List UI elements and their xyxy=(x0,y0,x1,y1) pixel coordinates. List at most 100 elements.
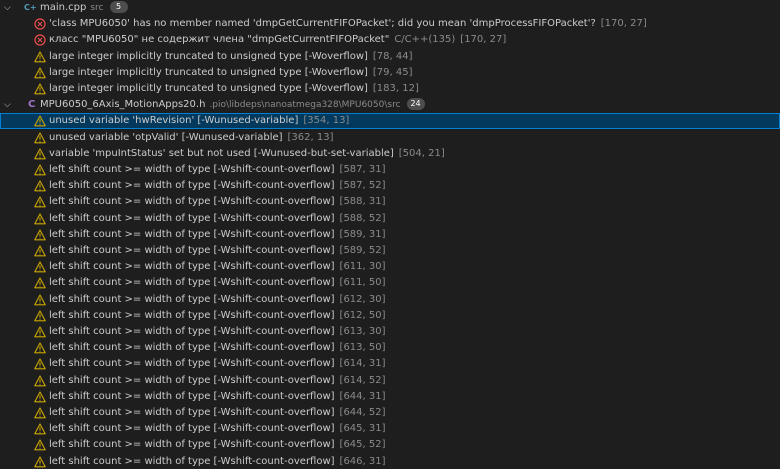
c-header-file-icon: C xyxy=(28,99,36,111)
problem-row[interactable]: left shift count >= width of type [-Wshi… xyxy=(0,389,780,405)
problem-row[interactable]: left shift count >= width of type [-Wshi… xyxy=(0,405,780,421)
problem-row[interactable]: left shift count >= width of type [-Wshi… xyxy=(0,162,780,178)
problem-location: [170, 27] xyxy=(600,18,647,30)
problem-location: [645, 52] xyxy=(339,439,386,451)
problem-message: left shift count >= width of type [-Wshi… xyxy=(49,455,335,467)
problem-location: [362, 13] xyxy=(287,131,334,143)
warning-icon xyxy=(34,245,46,257)
problem-message: left shift count >= width of type [-Wshi… xyxy=(49,261,335,273)
problem-message: left shift count >= width of type [-Wshi… xyxy=(49,390,335,402)
problem-location: [645, 31] xyxy=(339,423,386,435)
problem-location: [644, 52] xyxy=(339,407,386,418)
problem-row[interactable]: left shift count >= width of type [-Wshi… xyxy=(0,292,780,308)
problem-message: left shift count >= width of type [-Wshi… xyxy=(49,439,335,451)
problem-row[interactable]: left shift count >= width of type [-Wshi… xyxy=(0,178,780,194)
file-row[interactable]: ⌵ C+ main.cpp src 5 xyxy=(0,0,780,16)
warning-icon xyxy=(34,148,46,160)
problem-message: large integer implicitly truncated to un… xyxy=(49,83,368,94)
problem-row[interactable]: класс "MPU6050" не содержит члена "dmpGe… xyxy=(0,32,780,48)
problem-location: [613, 50] xyxy=(339,342,386,354)
chevron-down-icon[interactable]: ⌵ xyxy=(4,97,16,113)
problem-row[interactable]: unused variable 'otpValid' [-Wunused-var… xyxy=(0,130,780,146)
problem-row[interactable]: left shift count >= width of type [-Wshi… xyxy=(0,373,780,389)
problem-row[interactable]: left shift count >= width of type [-Wshi… xyxy=(0,243,780,259)
problem-row[interactable]: 'class MPU6050' has no member named 'dmp… xyxy=(0,16,780,32)
problem-location: [614, 31] xyxy=(339,358,386,370)
warning-icon xyxy=(34,342,46,354)
problem-text: left shift count >= width of type [-Wshi… xyxy=(49,454,386,469)
problem-location: [79, 45] xyxy=(372,66,413,78)
problem-row[interactable]: large integer implicitly truncated to un… xyxy=(0,81,780,97)
problem-message: left shift count >= width of type [-Wshi… xyxy=(49,180,335,192)
problem-location: [587, 31] xyxy=(339,164,386,175)
problem-text: класс "MPU6050" не содержит члена "dmpGe… xyxy=(49,32,506,48)
problem-row[interactable]: left shift count >= width of type [-Wshi… xyxy=(0,308,780,324)
problem-message: left shift count >= width of type [-Wshi… xyxy=(49,277,335,289)
problem-row[interactable]: left shift count >= width of type [-Wshi… xyxy=(0,437,780,453)
problem-text: left shift count >= width of type [-Wshi… xyxy=(49,243,386,259)
problem-text: left shift count >= width of type [-Wshi… xyxy=(49,227,386,243)
problem-location: [613, 30] xyxy=(339,326,386,337)
warning-icon xyxy=(34,294,46,306)
problem-row[interactable]: large integer implicitly truncated to un… xyxy=(0,49,780,65)
problems-panel: ⌵ C+ main.cpp src 5 'class MPU6050' has no me… xyxy=(0,0,780,469)
problem-location: [589, 31] xyxy=(339,228,386,240)
problem-text: left shift count >= width of type [-Wshi… xyxy=(49,421,386,437)
problem-row[interactable]: left shift count >= width of type [-Wshi… xyxy=(0,324,780,340)
problem-text: 'class MPU6050' has no member named 'dmp… xyxy=(49,16,647,32)
problem-message: left shift count >= width of type [-Wshi… xyxy=(49,293,335,305)
problem-text: left shift count >= width of type [-Wshi… xyxy=(49,356,386,372)
problem-text: large integer implicitly truncated to un… xyxy=(49,65,413,81)
problem-text: left shift count >= width of type [-Wshi… xyxy=(49,340,386,356)
warning-icon xyxy=(34,51,46,63)
problem-message: left shift count >= width of type [-Wshi… xyxy=(49,245,335,256)
problem-row[interactable]: left shift count >= width of type [-Wshi… xyxy=(0,194,780,210)
warning-icon xyxy=(34,423,46,435)
problem-row[interactable]: large integer implicitly truncated to un… xyxy=(0,65,780,81)
problem-row[interactable]: left shift count >= width of type [-Wshi… xyxy=(0,259,780,275)
problem-message: large integer implicitly truncated to un… xyxy=(49,50,368,62)
problem-row[interactable]: left shift count >= width of type [-Wshi… xyxy=(0,340,780,356)
problem-location: [614, 52] xyxy=(339,374,386,386)
problem-row[interactable]: variable 'mpuIntStatus' set but not used… xyxy=(0,146,780,162)
problem-row[interactable]: left shift count >= width of type [-Wshi… xyxy=(0,211,780,227)
warning-icon xyxy=(34,407,46,419)
problem-text: left shift count >= width of type [-Wshi… xyxy=(49,162,386,178)
problem-text: left shift count >= width of type [-Wshi… xyxy=(49,308,386,324)
problem-message: left shift count >= width of type [-Wshi… xyxy=(49,342,335,354)
warning-icon xyxy=(34,261,46,273)
problem-location: [183, 12] xyxy=(372,83,419,94)
problem-text: left shift count >= width of type [-Wshi… xyxy=(49,373,386,389)
problem-location: [588, 52] xyxy=(339,212,386,224)
error-icon xyxy=(34,34,46,46)
problem-row[interactable]: left shift count >= width of type [-Wshi… xyxy=(0,275,780,291)
chevron-down-icon[interactable]: ⌵ xyxy=(4,0,16,16)
problem-message: left shift count >= width of type [-Wshi… xyxy=(49,326,335,337)
problem-message: left shift count >= width of type [-Wshi… xyxy=(49,423,335,435)
problem-message: left shift count >= width of type [-Wshi… xyxy=(49,358,335,370)
problem-row[interactable]: left shift count >= width of type [-Wshi… xyxy=(0,227,780,243)
problem-text: left shift count >= width of type [-Wshi… xyxy=(49,194,386,210)
problem-row[interactable]: left shift count >= width of type [-Wshi… xyxy=(0,356,780,372)
warning-icon xyxy=(34,180,46,192)
problem-location: [612, 50] xyxy=(339,309,386,321)
warning-icon xyxy=(34,196,46,208)
file-path: src xyxy=(90,3,104,13)
file-name: MPU6050_6Axis_MotionApps20.h .pio\libdeps… xyxy=(40,97,425,113)
problem-text: left shift count >= width of type [-Wshi… xyxy=(49,437,386,453)
problem-message: variable 'mpuIntStatus' set but not used… xyxy=(49,147,394,159)
problem-text: unused variable 'otpValid' [-Wunused-var… xyxy=(49,130,334,146)
problem-location: [588, 31] xyxy=(339,196,386,208)
problem-row[interactable]: unused variable 'hwRevision' [-Wunused-v… xyxy=(0,113,780,130)
error-icon xyxy=(34,18,46,30)
warning-icon xyxy=(34,439,46,451)
problem-row[interactable]: left shift count >= width of type [-Wshi… xyxy=(0,454,780,469)
problem-text: left shift count >= width of type [-Wshi… xyxy=(49,178,386,194)
problem-row[interactable]: left shift count >= width of type [-Wshi… xyxy=(0,421,780,437)
problem-text: left shift count >= width of type [-Wshi… xyxy=(49,292,386,308)
problem-message: left shift count >= width of type [-Wshi… xyxy=(49,374,335,386)
problem-source: C/C++(135) xyxy=(394,34,456,46)
file-row[interactable]: ⌵ C MPU6050_6Axis_MotionApps20.h .pio\libde… xyxy=(0,97,780,113)
warning-icon xyxy=(34,391,46,403)
problem-message: left shift count >= width of type [-Wshi… xyxy=(49,196,335,208)
